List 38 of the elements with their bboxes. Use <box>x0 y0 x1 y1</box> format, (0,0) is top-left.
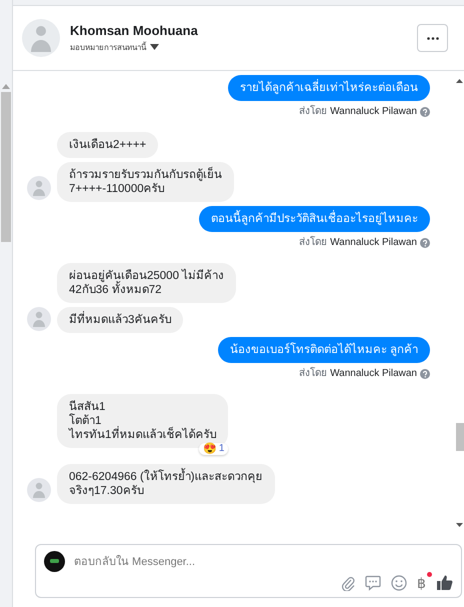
scroll-down-icon[interactable] <box>456 523 463 527</box>
sent-by-label: ส่งโดย <box>299 368 328 380</box>
sent-message: ตอนนี้ลูกค้ามีประวัติสินเชื่ออะไรอยู่ไหมคะ <box>199 206 430 232</box>
paperclip-icon[interactable] <box>341 574 355 590</box>
contact-name: Khomsan Moohuana <box>70 22 199 38</box>
help-icon[interactable] <box>420 107 430 117</box>
more-icon <box>426 36 438 40</box>
caret-icon[interactable] <box>150 44 159 50</box>
avatar-icon <box>27 307 51 331</box>
received-message: ผ่อนอยู่คันเดือน25000 ไม่มีค้าง 42กับ36 ทั้งหมด72 <box>57 263 236 303</box>
scrollbar-thumb[interactable] <box>1 92 11 242</box>
avatar-icon <box>22 19 60 57</box>
payment-button[interactable]: ฿ <box>417 574 426 590</box>
help-icon[interactable] <box>420 369 430 379</box>
sent-by-label: ส่งโดย <box>299 106 328 118</box>
received-message: ถ้ารวมรายรับรวมกันกับรถตู้เย็น 7++++-110000ครับ <box>57 162 234 202</box>
speech-bubble-icon[interactable] <box>365 574 381 590</box>
smiley-icon[interactable] <box>391 574 407 590</box>
received-message: เงินเดือน2++++ <box>57 132 158 158</box>
reply-field[interactable]: ตอบกลับใน Messenger... ฿ <box>35 544 462 598</box>
sent-message: รายได้ลูกค้าเฉลี่ยเท่าไหร่คะต่อเดือน <box>228 75 430 101</box>
reaction-badge[interactable]: 😍 1 <box>198 443 228 455</box>
avatar-icon <box>27 176 51 200</box>
assign-conversation-label[interactable]: มอบหมายการสนทนานี้ <box>70 40 146 54</box>
received-message: มีที่หมดแล้ว3คันครับ <box>57 307 184 333</box>
scrollbar-thumb[interactable] <box>456 423 464 451</box>
received-message: 062-6204966 (ให้โทรย้ำ)และสะดวกคุย จริงๆ17.30ครับ <box>57 464 275 504</box>
sent-by-label: ส่งโดย <box>299 237 328 249</box>
sender-name: Wannaluck Pilawan <box>330 106 417 118</box>
more-button[interactable] <box>417 24 448 52</box>
sender-name: Wannaluck Pilawan <box>330 237 417 249</box>
page-avatar-icon <box>44 551 65 572</box>
sent-message: น้องขอเบอร์โทรติดต่อได้ไหมคะ ลูกค้า <box>218 337 430 363</box>
scroll-up-icon[interactable] <box>456 79 463 83</box>
sender-name: Wannaluck Pilawan <box>330 368 417 380</box>
thumbs-up-icon[interactable] <box>436 574 453 591</box>
help-icon[interactable] <box>420 238 430 248</box>
avatar-icon <box>27 478 51 502</box>
